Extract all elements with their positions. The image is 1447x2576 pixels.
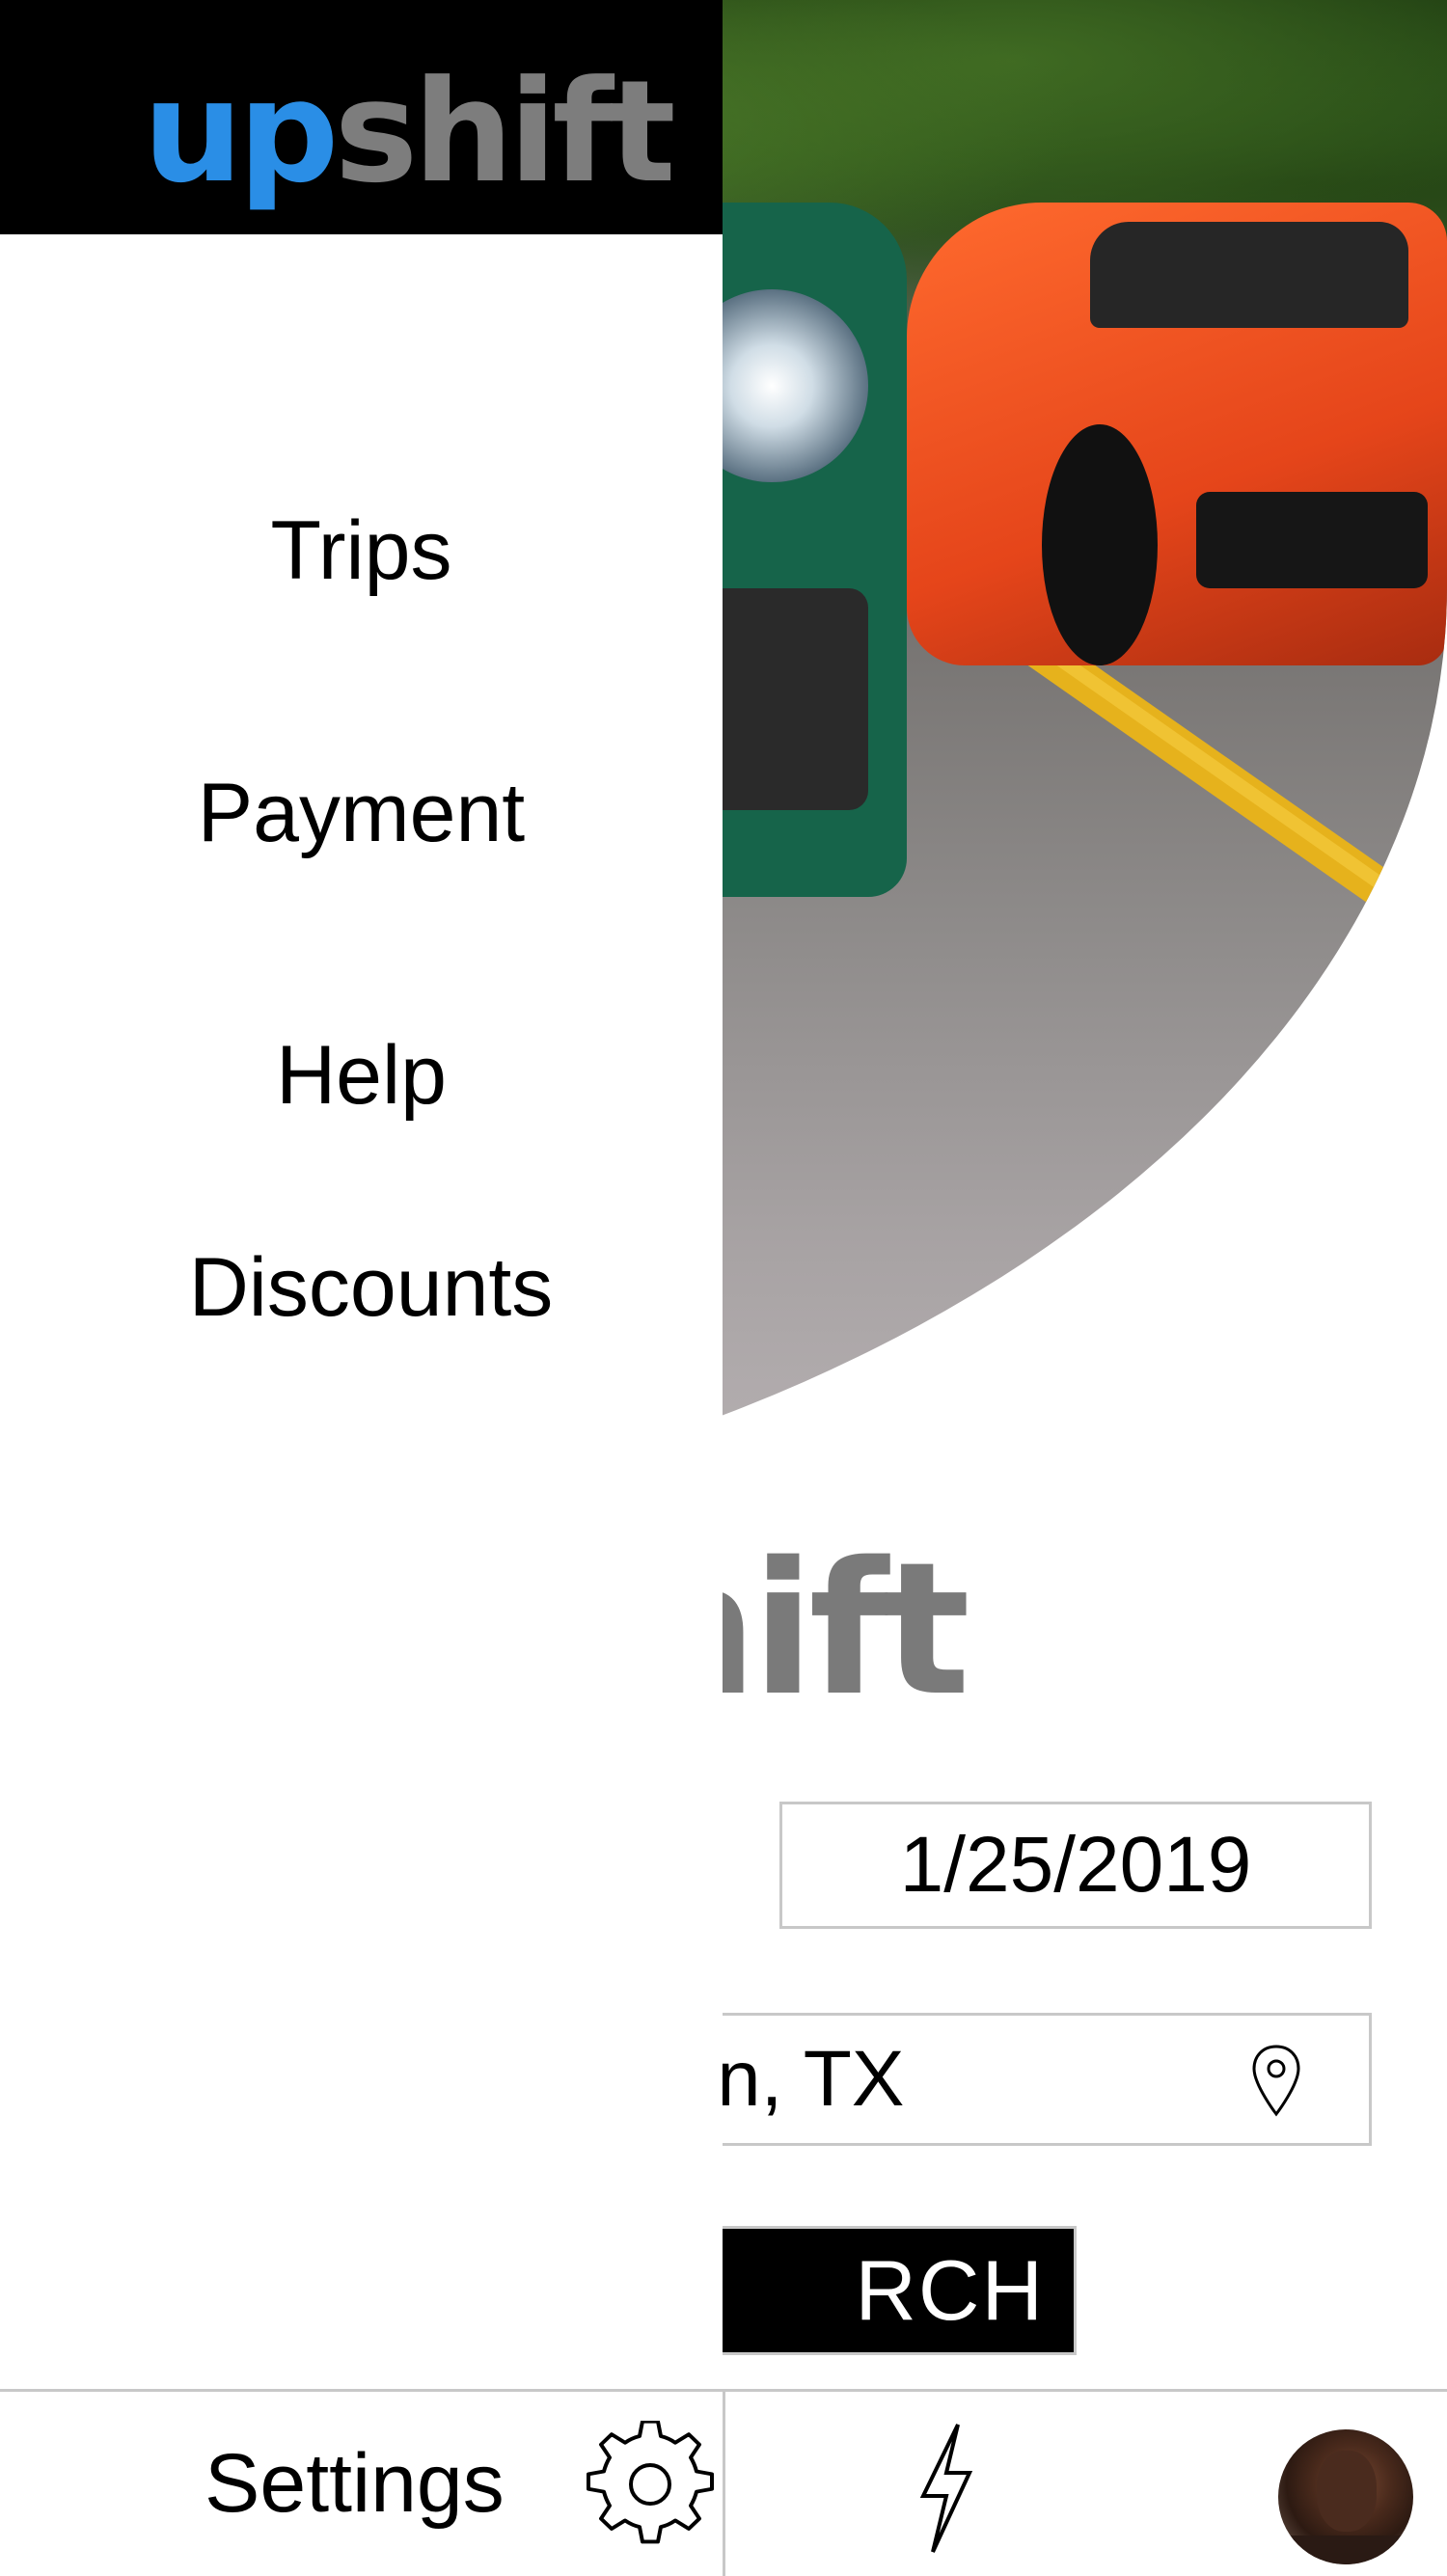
grill — [704, 588, 868, 810]
menu-item-discounts[interactable]: Discounts — [10, 1246, 732, 1329]
settings-label: Settings — [205, 2437, 505, 2530]
avatar[interactable] — [1278, 2429, 1413, 2564]
settings-row[interactable]: Settings — [0, 2389, 723, 2576]
gear-icon[interactable] — [587, 2421, 714, 2548]
wheel — [1042, 424, 1158, 665]
menu-item-trips[interactable]: Trips — [0, 509, 723, 592]
search-label: RCH — [855, 2242, 1045, 2338]
air-intake — [1196, 492, 1428, 588]
upshift-logo: upshift — [143, 62, 676, 203]
lightning-bolt-icon[interactable] — [912, 2421, 979, 2556]
logo-up-text: up — [143, 50, 339, 214]
logo-shift-text: shift — [334, 50, 675, 214]
location-pin-icon[interactable] — [1249, 2043, 1303, 2120]
date-field[interactable]: 1/25/2019 — [779, 1802, 1372, 1929]
orange-car — [907, 203, 1447, 665]
windshield — [1090, 222, 1408, 328]
divider — [723, 2392, 725, 2576]
avatar-shirt — [1278, 2535, 1413, 2564]
drawer-header: upshift — [0, 0, 723, 234]
avatar-face — [1317, 2451, 1377, 2532]
menu-item-help[interactable]: Help — [0, 1034, 723, 1117]
navigation-drawer: upshift Trips Payment Help Discounts — [0, 0, 723, 2389]
menu-item-payment[interactable]: Payment — [0, 772, 723, 854]
date-value: 1/25/2019 — [899, 1821, 1252, 1909]
